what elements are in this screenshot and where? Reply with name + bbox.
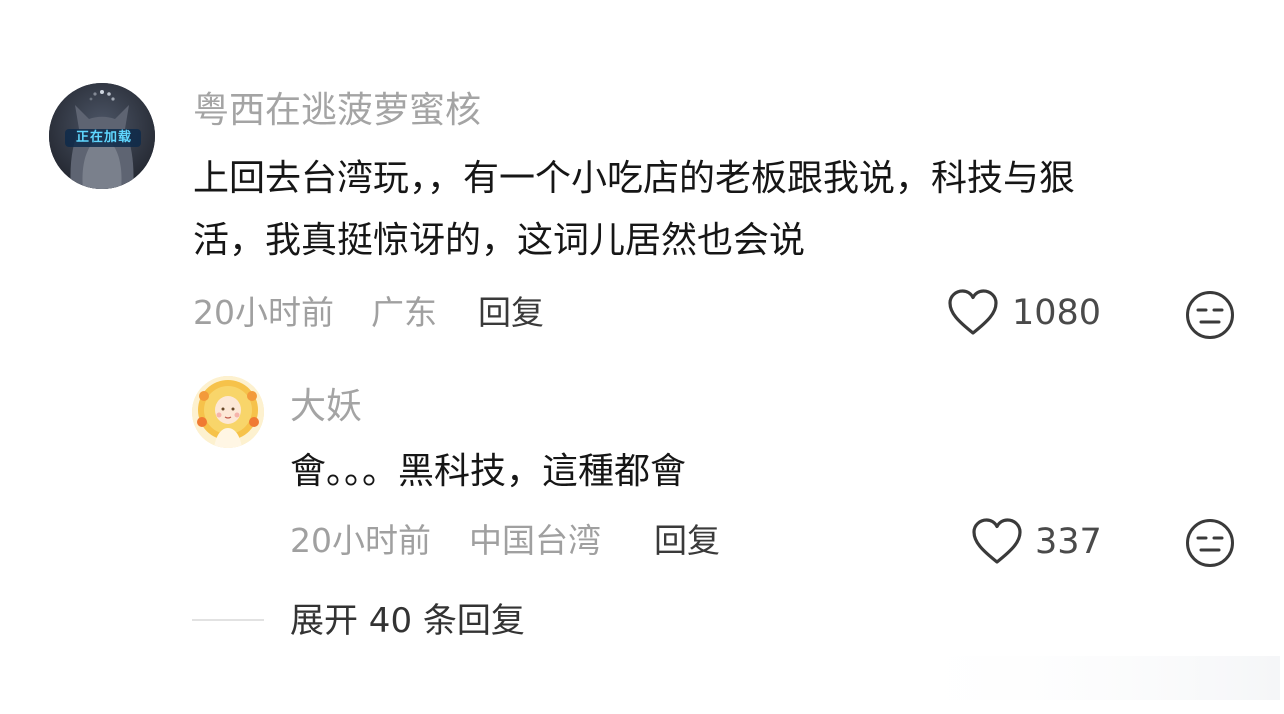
- reply-time: 20小时前: [290, 521, 431, 560]
- heart-outline-icon[interactable]: [946, 288, 1000, 338]
- decorative-pattern: [880, 656, 1280, 700]
- expand-divider: [192, 619, 264, 621]
- reply-location: 中国台湾: [469, 521, 601, 560]
- reply-button[interactable]: 回复: [478, 296, 544, 329]
- meh-face-icon[interactable]: [1184, 517, 1236, 569]
- reply-avatar[interactable]: [192, 376, 264, 448]
- girl-avatar-image: [192, 376, 264, 448]
- like-count: 1080: [1012, 293, 1102, 333]
- comment-text-line-1: 上回去台湾玩，，有一个小吃店的老板跟我说，科技与狠: [193, 158, 1076, 199]
- comment-location: 广东: [371, 293, 437, 332]
- comment-username[interactable]: 粤西在逃菠萝蜜核: [193, 93, 481, 129]
- reply-like-count: 337: [1035, 522, 1102, 562]
- reply-reply-button[interactable]: 回复: [654, 524, 720, 557]
- comment-text-line-2: 活，我真挺惊讶的，这词儿居然也会说: [193, 220, 806, 261]
- meh-face-icon[interactable]: [1184, 289, 1236, 341]
- heart-outline-icon[interactable]: [970, 517, 1024, 567]
- avatar-glow-text: 正在加载: [75, 130, 132, 145]
- avatar[interactable]: 正在加载: [49, 83, 155, 189]
- expand-replies-button[interactable]: 展开 40 条回复: [290, 604, 525, 638]
- reply-username[interactable]: 大妖: [290, 389, 362, 425]
- comment-time: 20小时前: [193, 293, 334, 332]
- reply-text: 會。。。黑科技，這種都會: [290, 451, 687, 492]
